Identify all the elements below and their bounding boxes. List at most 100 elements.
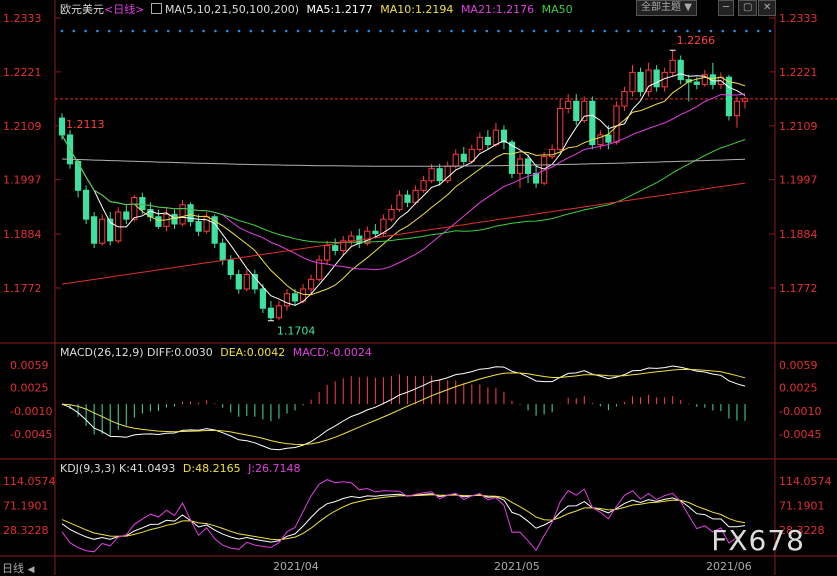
candle-body	[677, 59, 684, 81]
candle-body	[605, 134, 612, 143]
marker-dot	[202, 29, 205, 33]
marker-dot	[391, 29, 394, 33]
marker-dot	[190, 29, 194, 33]
marker-dot	[438, 29, 441, 33]
macd-tick-right: -0.0010	[779, 405, 821, 418]
watermark-logo: FX678	[711, 524, 805, 557]
candle-body	[396, 194, 403, 211]
marker-dot	[178, 29, 182, 33]
minimize-icon[interactable]: ─	[718, 0, 735, 16]
marker-dot	[461, 29, 465, 33]
macd-tick-right: 0.0025	[779, 382, 818, 395]
marker-dot	[367, 29, 371, 33]
marker-dot	[237, 29, 241, 33]
close-icon[interactable]: ✕	[758, 0, 777, 16]
marker-dot	[225, 29, 229, 33]
candle-body	[235, 274, 242, 290]
candle-body	[557, 107, 564, 150]
marker-dot	[674, 29, 677, 33]
kdj-tick-left: 114.0574	[3, 475, 56, 488]
marker-dot	[544, 29, 548, 33]
candle-body	[324, 245, 331, 261]
price-tick-left: 1.2109	[3, 120, 42, 133]
candle-body	[645, 69, 652, 93]
marker-dot	[166, 29, 170, 33]
candle-body	[291, 293, 299, 302]
macd-header: MACD(26,12,9) DIFF:0.0030 DEA:0.0042 MAC…	[60, 346, 372, 359]
restore-icon[interactable]: ▢	[738, 0, 758, 16]
settings-icon[interactable]	[150, 3, 162, 14]
candle-body	[139, 197, 146, 211]
marker-dot	[768, 29, 772, 33]
marker-dot	[650, 29, 654, 33]
price-tick-left: 1.2221	[3, 66, 42, 79]
marker-dot	[591, 29, 595, 33]
candle-body	[565, 100, 572, 109]
period-tab[interactable]: 日线 ◀	[2, 560, 34, 576]
theme-dropdown-label: 全部主题	[641, 2, 681, 13]
candle-body	[741, 98, 749, 102]
macd-tick-right: -0.0045	[779, 428, 821, 441]
candle-body	[219, 242, 226, 261]
marker-dot	[332, 29, 335, 33]
price-tick-left: 1.2333	[3, 12, 42, 25]
period-label[interactable]: <日线>	[104, 3, 144, 16]
chart-header: 欧元美元<日线> MA(5,10,21,50,100,200) MA5:1.21…	[60, 1, 573, 17]
annotation-high: 1.2266	[677, 34, 716, 47]
marker-dot	[520, 29, 524, 33]
candle-body	[99, 218, 106, 244]
kdj-tick-left: 28.3228	[3, 524, 49, 537]
candle-body	[372, 230, 379, 235]
candle-body	[123, 211, 130, 220]
marker-dot	[603, 29, 607, 33]
price-tick-left: 1.1772	[3, 282, 42, 295]
scroll-left-icon[interactable]: ◀	[28, 565, 35, 575]
marker-dot	[709, 29, 713, 33]
marker-dot	[214, 29, 217, 33]
marker-dot	[509, 29, 512, 33]
marker-dot	[249, 29, 253, 33]
candle-body	[259, 288, 266, 309]
marker-dot	[355, 29, 359, 33]
candle-body	[653, 69, 660, 88]
ma10-line	[61, 76, 746, 296]
candle-body	[404, 194, 411, 203]
candle-body	[420, 180, 427, 191]
candle-body	[589, 100, 596, 146]
candle-body	[267, 307, 275, 319]
marker-dot	[343, 29, 347, 33]
candle-body	[452, 153, 459, 167]
macd-tick-right: 0.0059	[779, 359, 818, 372]
price-chart: 1.2333 1.2333 1.2221 1.2221 1.2109 1.2109 1.19…	[0, 0, 837, 575]
theme-dropdown[interactable]: 全部主题 ▼	[636, 0, 697, 16]
kdj-k: K:41.0493	[119, 462, 176, 475]
marker-dot	[697, 29, 701, 33]
marker-dot	[627, 29, 630, 33]
price-tick-right: 1.2333	[779, 12, 818, 25]
kdj-k-line	[61, 493, 746, 543]
marker-dot	[568, 29, 571, 33]
marker-dot	[84, 29, 87, 33]
ma5-value: MA5:1.2177	[306, 3, 373, 16]
price-tick-right: 1.2109	[779, 120, 818, 133]
kdj-tick-right: 114.0574	[779, 475, 832, 488]
macd-tick-left: -0.0045	[10, 428, 52, 441]
marker-dot	[615, 29, 618, 33]
candle-body	[733, 100, 741, 117]
candle-body	[468, 148, 475, 162]
candle-body	[637, 71, 644, 93]
ma200-line	[61, 182, 746, 285]
macd-tick-left: -0.0010	[10, 405, 52, 418]
marker-dot	[60, 29, 64, 33]
candle-body	[275, 305, 283, 319]
candle-body	[155, 216, 162, 227]
marker-dot	[155, 29, 158, 33]
candle-body	[283, 293, 291, 307]
candle-body	[428, 168, 435, 182]
marker-dot	[414, 29, 418, 33]
date-tick-jun: 2021/06	[706, 560, 752, 573]
kdj-d: D:48.2165	[182, 462, 241, 475]
candle-body	[91, 216, 98, 244]
candle-body	[227, 259, 234, 276]
marker-dot	[308, 29, 312, 33]
